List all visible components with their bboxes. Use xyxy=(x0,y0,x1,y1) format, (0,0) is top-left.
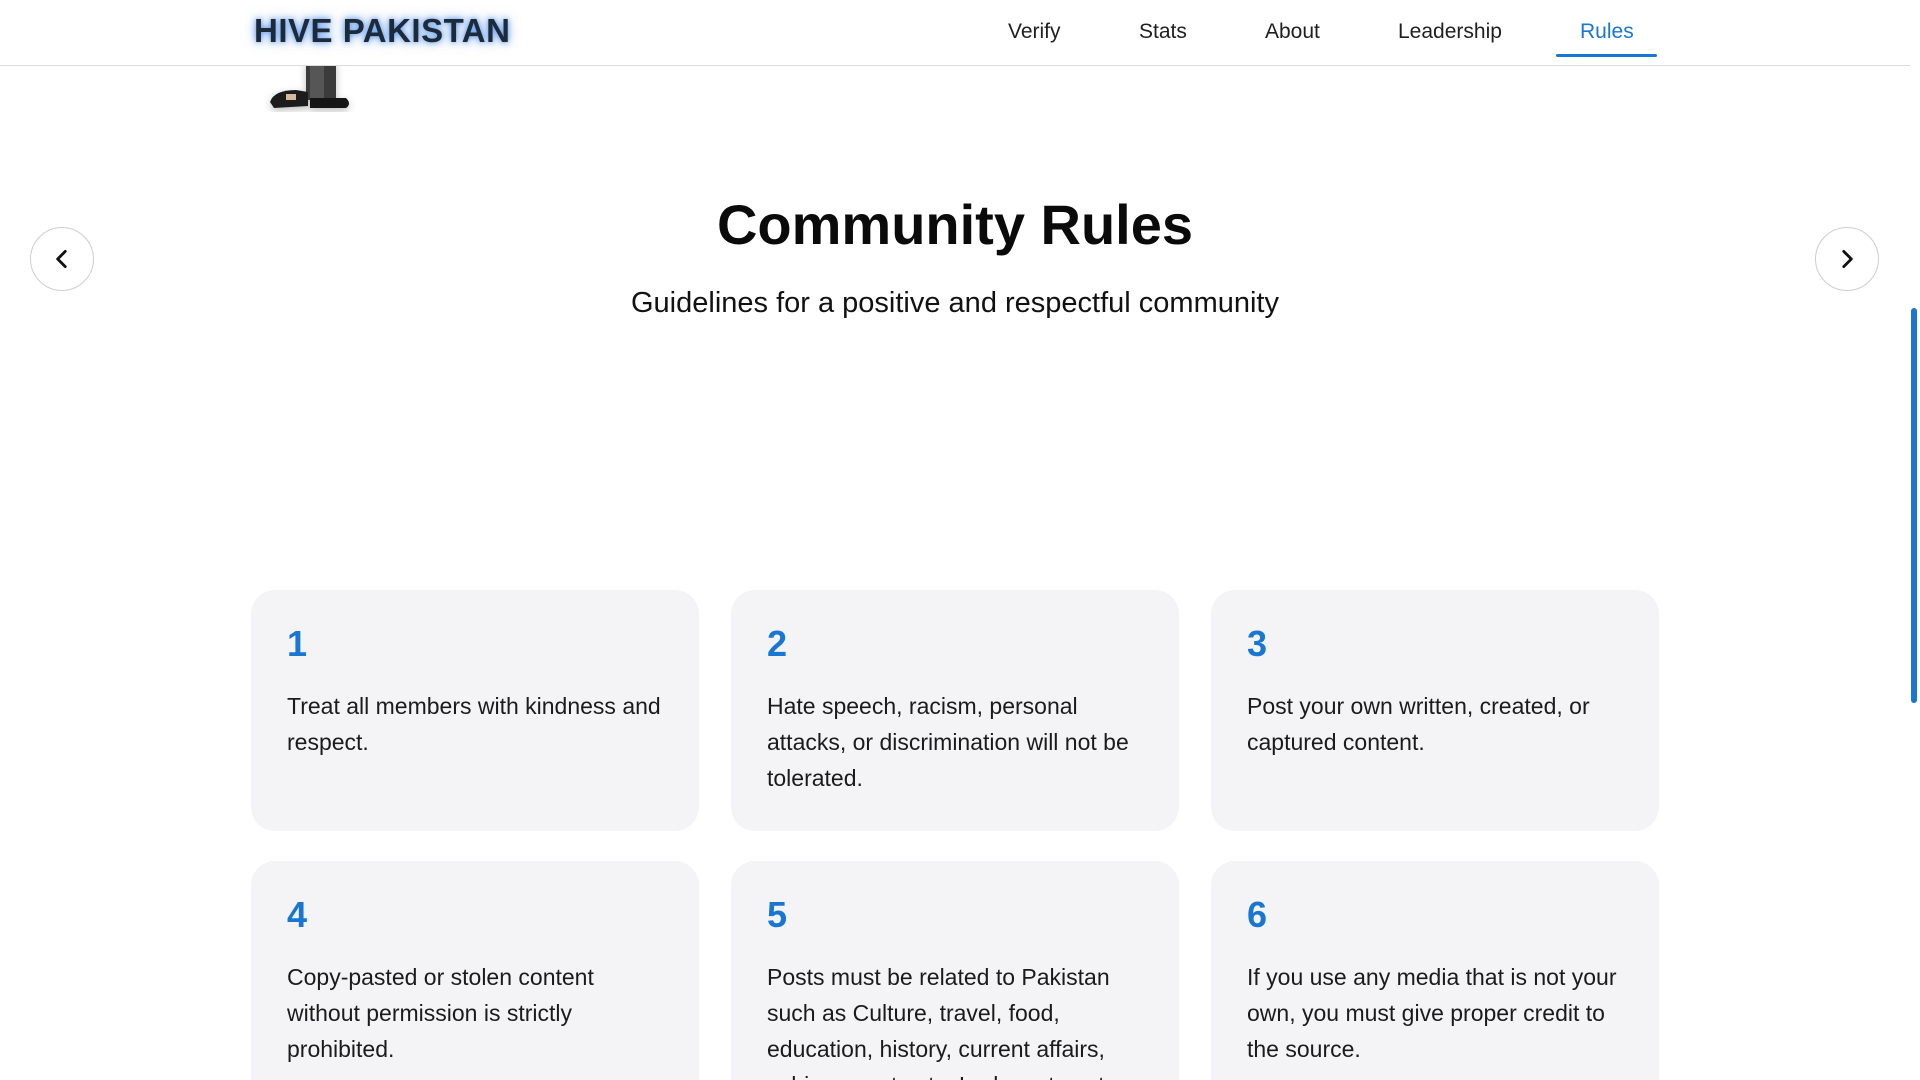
top-navigation-bar: HIVE PAKISTAN Verify Stats About Leaders… xyxy=(0,0,1910,66)
nav-item-about[interactable]: About xyxy=(1265,20,1320,44)
nav-item-stats[interactable]: Stats xyxy=(1139,20,1187,44)
rule-number: 2 xyxy=(767,623,788,664)
page: HIVE PAKISTAN Verify Stats About Leaders… xyxy=(0,0,1920,1080)
rule-card: 6 If you use any media that is not your … xyxy=(1211,861,1659,1080)
rule-card: 5 Posts must be related to Pakistan such… xyxy=(731,861,1179,1080)
rule-card: 3 Post your own written, created, or cap… xyxy=(1211,590,1659,831)
nav-item-rules[interactable]: Rules xyxy=(1580,20,1634,44)
rule-text: If you use any media that is not your ow… xyxy=(1247,964,1617,1062)
rule-text: Copy-pasted or stolen content without pe… xyxy=(287,964,594,1062)
rule-card: 2 Hate speech, racism, personal attacks,… xyxy=(731,590,1179,831)
rule-number: 5 xyxy=(767,894,788,935)
rule-text: Hate speech, racism, personal attacks, o… xyxy=(767,693,1129,791)
nav-item-verify[interactable]: Verify xyxy=(1008,20,1061,44)
rule-text: Posts must be related to Pakistan such a… xyxy=(767,964,1116,1080)
rule-card: 4 Copy-pasted or stolen content without … xyxy=(251,861,699,1080)
rule-number: 3 xyxy=(1247,623,1268,664)
main-nav: Verify Stats About Leadership Rules xyxy=(0,0,1910,65)
section-subtitle: Guidelines for a positive and respectful… xyxy=(631,287,1279,319)
rule-number: 6 xyxy=(1247,894,1268,935)
page-scrollbar-thumb[interactable] xyxy=(1911,308,1917,703)
rule-number: 4 xyxy=(287,894,308,935)
section-title: Community Rules xyxy=(716,193,1194,256)
rule-text: Treat all members with kindness and resp… xyxy=(287,693,661,755)
active-nav-underline xyxy=(1556,54,1657,57)
rule-text: Post your own written, created, or captu… xyxy=(1247,693,1590,755)
nav-item-leadership[interactable]: Leadership xyxy=(1398,20,1502,44)
rule-card: 1 Treat all members with kindness and re… xyxy=(251,590,699,831)
rule-number: 1 xyxy=(287,623,308,664)
profile-figure-image xyxy=(270,60,349,108)
